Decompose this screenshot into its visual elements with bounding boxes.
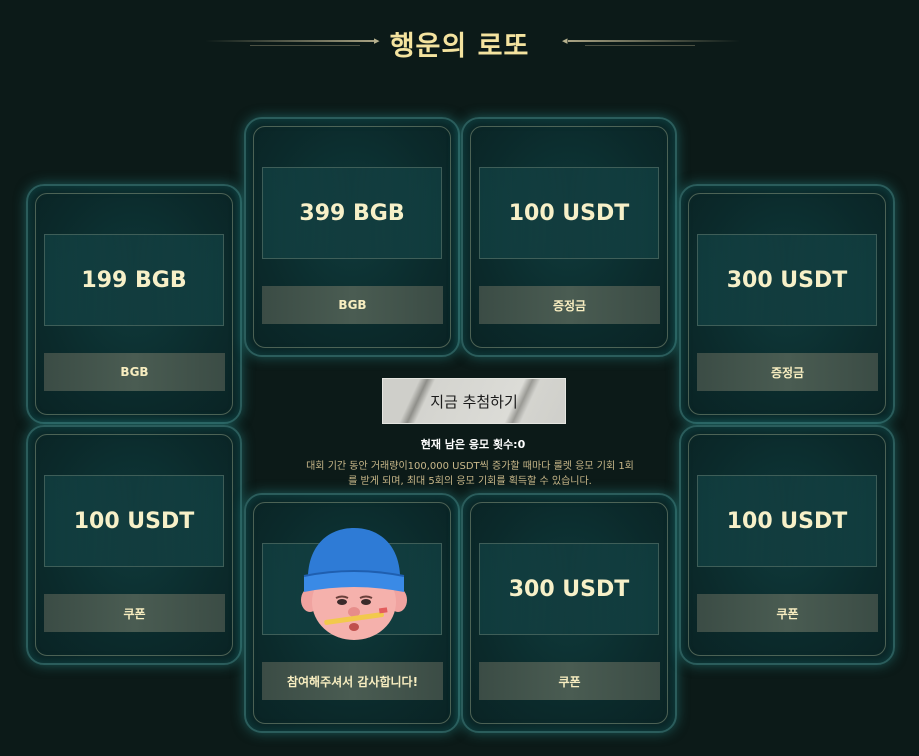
remaining-entries-text: 현재 남은 응모 횟수:0 [420,438,526,451]
prize-card: 100 USDT 증정금 [461,117,677,357]
prize-value: 100 USDT [73,508,195,534]
prize-type-label: 증정금 [697,353,878,391]
prize-type-label: BGB [262,286,443,324]
rules-description: 대회 기간 동안 거래량이100,000 USDT씩 증가할 때마다 룰렛 응모… [306,461,634,487]
prize-card: 100 USDT 쿠폰 [26,425,242,665]
prize-type-label: 쿠폰 [44,594,225,632]
prize-card: 199 BGB BGB [26,184,242,424]
prize-card: 300 USDT 증정금 [679,184,895,424]
title-decoration-right [568,40,740,42]
prize-value: 100 USDT [726,508,848,534]
prize-value: 199 BGB [81,267,187,293]
prize-card: 100 USDT 쿠폰 [679,425,895,665]
prize-type-label: 참여해주셔서 감사합니다! [262,662,443,700]
header: ▸ 행운의 로또 ◂ [0,18,919,68]
prize-value: 300 USDT [726,267,848,293]
arrow-left-icon: ◂ [562,34,568,47]
prize-value: 399 BGB [299,200,405,226]
prize-value: 300 USDT [508,576,630,602]
prize-type-label: BGB [44,353,225,391]
prize-type-label: 쿠폰 [479,662,660,700]
page-title: 행운의 로또 [389,31,530,62]
mascot-character-icon [301,528,407,640]
title-decoration-right-sub [585,45,695,46]
prize-type-label: 쿠폰 [697,594,878,632]
prize-value: 100 USDT [508,200,630,226]
draw-now-button[interactable]: 지금 추첨하기 [382,378,566,424]
prize-card: 300 USDT 쿠폰 [461,493,677,733]
prize-card: 399 BGB BGB [244,117,460,357]
prize-type-label: 증정금 [479,286,660,324]
